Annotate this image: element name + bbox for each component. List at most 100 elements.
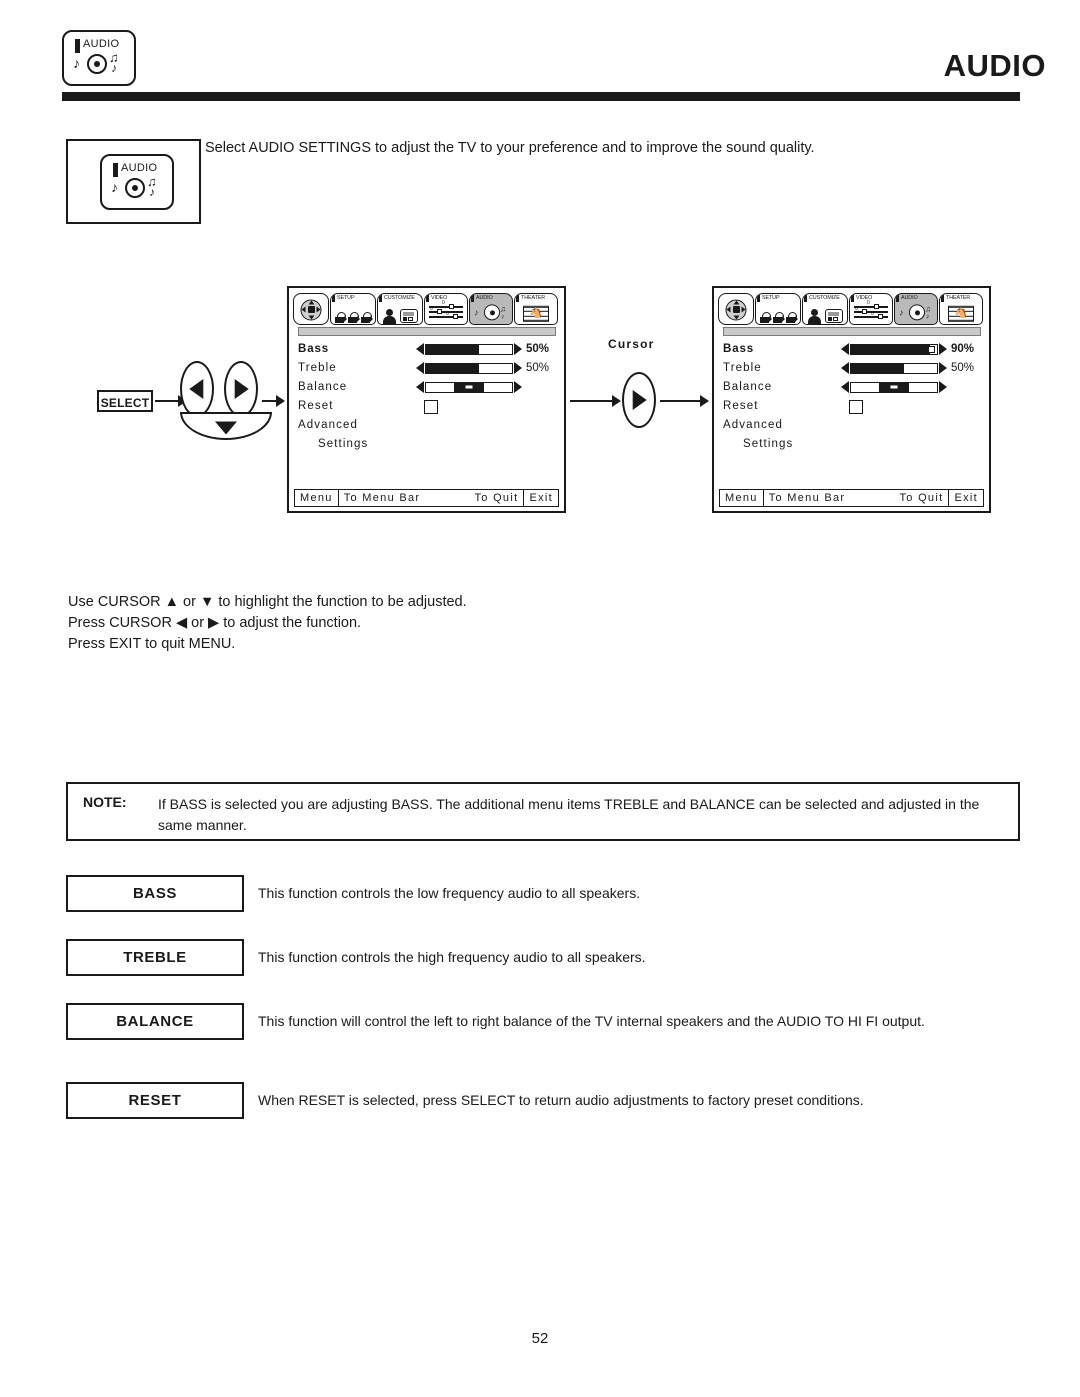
caret-left-icon bbox=[416, 381, 424, 393]
dpad-icon bbox=[725, 299, 747, 320]
footer-menu-key: Menu bbox=[725, 492, 758, 504]
osd-row-advanced-settings[interactable]: Settings bbox=[723, 435, 983, 454]
dpad-icon bbox=[300, 299, 322, 320]
cursor-right-button[interactable] bbox=[224, 361, 258, 417]
tab-audio-label: AUDIO bbox=[896, 295, 918, 302]
tab-audio[interactable]: AUDIO ♪ ♫ ♪ bbox=[894, 293, 938, 325]
title-divider bbox=[62, 92, 1020, 101]
tab-art bbox=[296, 295, 326, 324]
page-title: AUDIO bbox=[943, 48, 1046, 83]
sliders-icon: 0 0 0 bbox=[429, 301, 463, 323]
function-key-treble: TREBLE bbox=[66, 939, 244, 976]
osd-row-label: Settings bbox=[743, 438, 794, 450]
page-number: 52 bbox=[531, 1330, 549, 1347]
osd-row-label: Reset bbox=[723, 400, 759, 412]
treble-slider[interactable] bbox=[416, 362, 522, 374]
intro-icon-frame: AUDIO ♪ ♫ ♪ bbox=[66, 139, 201, 224]
flow-diagram: SELECT SETUP CUSTOMIZE VIDEO 0 0 0 AUDIO… bbox=[0, 280, 1080, 530]
osd-menu-adjusted: SETUP CUSTOMIZE VIDEO 0 0 0 AUDIO ♪ ♫ ♪ … bbox=[712, 286, 991, 513]
instructions-block: Use CURSOR ▲ or ▼ to highlight the funct… bbox=[68, 592, 708, 655]
osd-row-balance[interactable]: Balance bbox=[723, 378, 983, 397]
tab-video[interactable]: VIDEO 0 0 0 bbox=[849, 293, 893, 325]
osd-tab-bar: SETUP CUSTOMIZE VIDEO 0 0 0 AUDIO ♪ ♫ ♪ … bbox=[718, 291, 985, 325]
instruction-line-1: Use CURSOR ▲ or ▼ to highlight the funct… bbox=[68, 594, 467, 610]
tab-setup[interactable]: SETUP bbox=[330, 293, 376, 325]
footer-to-quit: To Quit bbox=[899, 492, 944, 504]
tab-art bbox=[758, 302, 798, 324]
audio-icon-ring bbox=[125, 178, 145, 198]
tab-customize-label: CUSTOMIZE bbox=[379, 295, 415, 302]
tab-theater[interactable]: THEATER 🐴 bbox=[939, 293, 983, 325]
osd-footer-bar: Menu To Menu Bar To Quit Exit bbox=[719, 489, 984, 507]
reset-checkbox[interactable] bbox=[849, 400, 863, 414]
tab-art: 🐴 bbox=[942, 302, 980, 324]
cursor-right-button-middle[interactable] bbox=[622, 372, 656, 428]
tab-home[interactable] bbox=[718, 293, 754, 325]
footer-hints: To Menu Bar To Quit bbox=[337, 490, 524, 506]
osd-row-balance[interactable]: Balance bbox=[298, 378, 558, 397]
caret-right-icon bbox=[939, 362, 947, 374]
osd-row-treble[interactable]: Treble 50% bbox=[298, 359, 558, 378]
osd-row-advanced-settings[interactable]: Settings bbox=[298, 435, 558, 454]
footer-to-quit: To Quit bbox=[474, 492, 519, 504]
osd-row-label: Balance bbox=[298, 381, 348, 393]
cursor-down-button[interactable] bbox=[180, 412, 272, 440]
tab-setup-label: SETUP bbox=[756, 295, 780, 302]
caret-right-icon bbox=[514, 362, 522, 374]
footer-hints: To Menu Bar To Quit bbox=[762, 490, 949, 506]
osd-row-list: Bass 50% Treble 50% Balance Reset Advanc… bbox=[298, 340, 558, 454]
osd-row-reset[interactable]: Reset bbox=[298, 397, 558, 416]
slider-track bbox=[850, 362, 938, 374]
osd-row-advanced[interactable]: Advanced bbox=[298, 416, 558, 435]
bass-slider[interactable] bbox=[841, 343, 947, 355]
function-desc-reset: When RESET is selected, press SELECT to … bbox=[258, 1092, 864, 1108]
caret-left-icon bbox=[189, 379, 204, 399]
balance-slider[interactable] bbox=[416, 381, 522, 393]
person-icon bbox=[808, 309, 821, 324]
tab-art: 0 0 0 bbox=[852, 301, 890, 324]
caret-left-icon bbox=[841, 362, 849, 374]
slider-track bbox=[425, 343, 513, 355]
caret-left-icon bbox=[416, 343, 424, 355]
osd-row-label: Settings bbox=[318, 438, 369, 450]
arrow-head bbox=[276, 395, 285, 407]
caret-right-icon bbox=[234, 379, 249, 399]
function-key-bass: BASS bbox=[66, 875, 244, 912]
audio-icon-bar bbox=[75, 39, 80, 53]
osd-highlight-bar bbox=[298, 327, 556, 336]
caret-left-icon bbox=[416, 362, 424, 374]
caret-down-icon bbox=[215, 421, 237, 435]
osd-row-advanced[interactable]: Advanced bbox=[723, 416, 983, 435]
reset-checkbox[interactable] bbox=[424, 400, 438, 414]
tab-video[interactable]: VIDEO 0 0 0 bbox=[424, 293, 468, 325]
osd-row-label: Advanced bbox=[723, 419, 783, 431]
select-button[interactable]: SELECT bbox=[97, 390, 153, 412]
tab-setup[interactable]: SETUP bbox=[755, 293, 801, 325]
intro-audio-icon-badge: AUDIO ♪ ♫ ♪ bbox=[100, 154, 174, 210]
tab-art: ♪ ♫ ♪ bbox=[472, 302, 510, 324]
balance-slider[interactable] bbox=[841, 381, 947, 393]
caret-right-icon bbox=[939, 381, 947, 393]
osd-row-label: Treble bbox=[723, 362, 762, 374]
osd-row-bass[interactable]: Bass 90% bbox=[723, 340, 983, 359]
osd-row-treble[interactable]: Treble 50% bbox=[723, 359, 983, 378]
osd-row-bass[interactable]: Bass 50% bbox=[298, 340, 558, 359]
tab-customize[interactable]: CUSTOMIZE bbox=[377, 293, 423, 325]
note-label: NOTE: bbox=[83, 794, 127, 810]
cursor-left-button[interactable] bbox=[180, 361, 214, 417]
tab-theater[interactable]: THEATER 🐴 bbox=[514, 293, 558, 325]
osd-footer-bar: Menu To Menu Bar To Quit Exit bbox=[294, 489, 559, 507]
note-text: If BASS is selected you are adjusting BA… bbox=[158, 796, 980, 833]
treble-slider[interactable] bbox=[841, 362, 947, 374]
osd-row-reset[interactable]: Reset bbox=[723, 397, 983, 416]
bass-slider[interactable] bbox=[416, 343, 522, 355]
bass-value: 90% bbox=[951, 343, 975, 355]
osd-highlight-bar bbox=[723, 327, 981, 336]
tab-customize[interactable]: CUSTOMIZE bbox=[802, 293, 848, 325]
audio-note-icon: ♪ ♫ ♪ bbox=[474, 304, 506, 321]
tab-art bbox=[380, 302, 420, 324]
instruction-line-3: Press EXIT to quit MENU. bbox=[68, 636, 236, 652]
tab-home[interactable] bbox=[293, 293, 329, 325]
tab-audio[interactable]: AUDIO ♪ ♫ ♪ bbox=[469, 293, 513, 325]
osd-row-label: Bass bbox=[298, 343, 330, 355]
